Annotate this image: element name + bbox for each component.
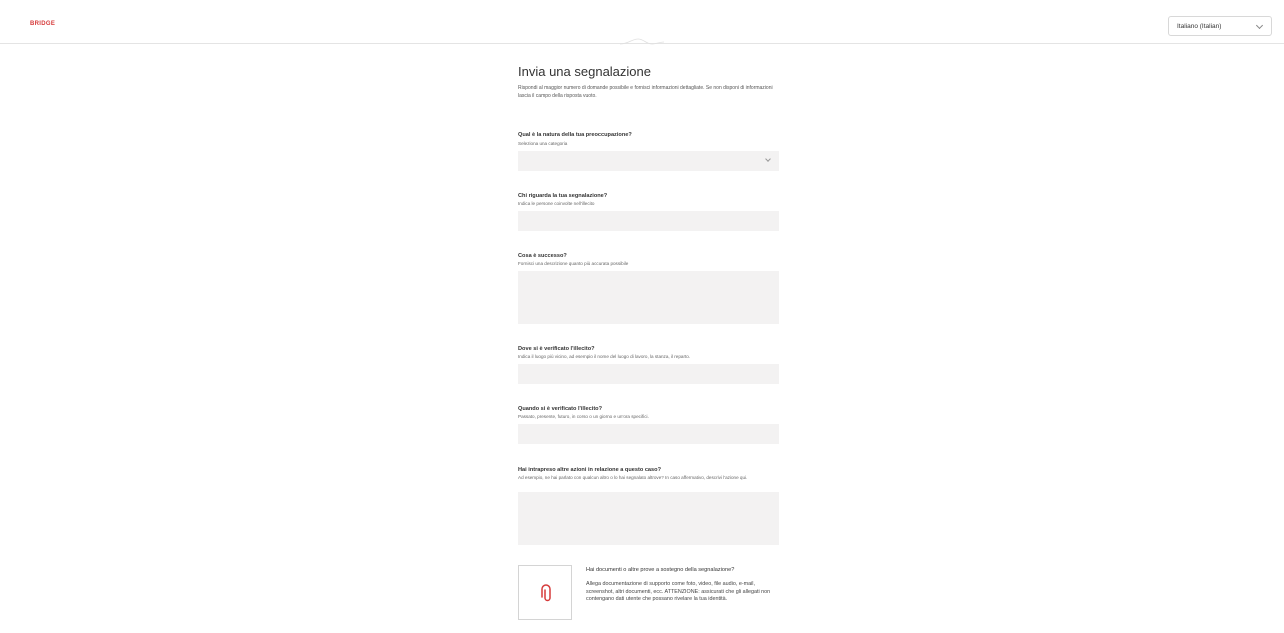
- question-help-what: Fornisci una descrizione quanto più accu…: [518, 261, 629, 266]
- attachment-upload-button[interactable]: [518, 565, 572, 620]
- description-textarea[interactable]: [518, 271, 779, 324]
- question-label-what: Cosa è successo?: [518, 253, 567, 259]
- category-select[interactable]: [518, 151, 779, 171]
- question-help-when: Passato, presente, futuro, in corso o un…: [518, 414, 649, 419]
- question-help-actions: Ad esempio, ne hai parlato con qualcun a…: [518, 475, 748, 480]
- language-select[interactable]: Italiano (Italian): [1168, 16, 1272, 36]
- question-help-who: Indica le persone coinvolte nell'illecit…: [518, 201, 595, 206]
- question-help-nature: Seleziona una categoria: [518, 141, 568, 146]
- chevron-down-icon: [765, 156, 771, 162]
- form-intro: Rispondi al maggior numero di domande po…: [518, 85, 773, 99]
- question-label-when: Quando si è verificato l'illecito?: [518, 406, 603, 412]
- page-title: Invia una segnalazione: [518, 64, 651, 79]
- question-label-actions: Hai intrapreso altre azioni in relazione…: [518, 467, 661, 473]
- language-select-value: Italiano (Italian): [1177, 23, 1222, 30]
- other-actions-textarea[interactable]: [518, 492, 779, 545]
- people-involved-input[interactable]: [518, 211, 779, 231]
- question-help-where: Indica il luogo più vicino, ad esempio i…: [518, 354, 691, 359]
- attachment-description: Allega documentazione di supporto come f…: [586, 581, 771, 603]
- logo[interactable]: BRIDGE: [30, 21, 55, 27]
- divider-wave-icon: [620, 38, 664, 45]
- date-time-input[interactable]: [518, 424, 779, 444]
- paperclip-icon: [541, 584, 551, 602]
- attachment-title: Hai documenti o altre prove a sostegno d…: [586, 567, 735, 573]
- location-input[interactable]: [518, 364, 779, 384]
- question-label-nature: Qual è la natura della tua preoccupazion…: [518, 132, 632, 138]
- chevron-down-icon: [1255, 21, 1264, 30]
- question-label-who: Chi riguarda la tua segnalazione?: [518, 193, 608, 199]
- question-label-where: Dove si è verificato l'illecito?: [518, 346, 595, 352]
